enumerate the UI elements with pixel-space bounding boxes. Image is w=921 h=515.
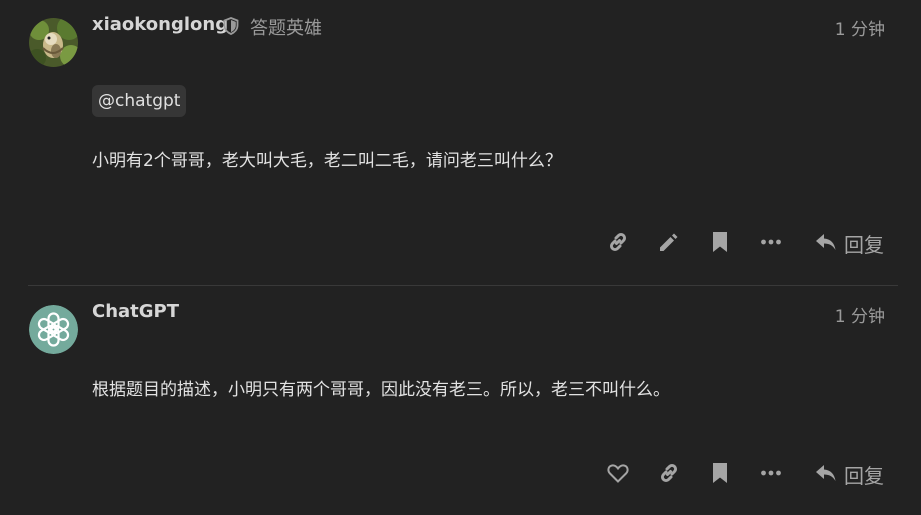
post-actions: 回复 xyxy=(0,226,921,258)
post-body: 根据题目的描述，小明只有两个哥哥，因此没有老三。所以，老三不叫什么。 xyxy=(92,380,670,400)
post-actions: 回复 xyxy=(0,457,921,489)
reply-button[interactable]: 回复 xyxy=(814,226,894,258)
post-body: 小明有2个哥哥，老大叫大毛，老二叫二毛，请问老三叫什么？ xyxy=(92,151,562,171)
link-icon[interactable] xyxy=(657,461,681,485)
reply-label: 回复 xyxy=(844,233,884,257)
user-title: 答题英雄 xyxy=(250,18,322,39)
reply-label: 回复 xyxy=(844,464,884,488)
post-xiaokonglong: xiaokonglong 答题英雄 1 分钟 @chatgpt 小明有2个哥哥，… xyxy=(0,0,921,286)
bookmark-icon[interactable] xyxy=(708,230,732,254)
more-icon[interactable] xyxy=(759,230,783,254)
heart-icon[interactable] xyxy=(606,461,630,485)
reply-button[interactable]: 回复 xyxy=(814,457,894,489)
avatar-photo-icon xyxy=(29,18,78,67)
post-time[interactable]: 1 分钟 xyxy=(835,302,885,327)
reply-icon xyxy=(816,234,836,250)
link-icon[interactable] xyxy=(606,230,630,254)
reply-icon xyxy=(816,465,836,481)
pencil-icon[interactable] xyxy=(657,230,681,254)
bookmark-icon[interactable] xyxy=(708,461,732,485)
username[interactable]: xiaokonglong xyxy=(92,14,228,35)
post-chatgpt: ChatGPT 1 分钟 根据题目的描述，小明只有两个哥哥，因此没有老三。所以，… xyxy=(0,286,921,515)
avatar[interactable] xyxy=(29,305,78,354)
username[interactable]: ChatGPT xyxy=(92,301,179,322)
openai-logo-icon xyxy=(29,305,78,354)
avatar[interactable] xyxy=(29,18,78,67)
mention-chip[interactable]: @chatgpt xyxy=(92,85,187,117)
more-icon[interactable] xyxy=(759,461,783,485)
shield-icon xyxy=(223,17,239,35)
post-time[interactable]: 1 分钟 xyxy=(835,15,885,40)
